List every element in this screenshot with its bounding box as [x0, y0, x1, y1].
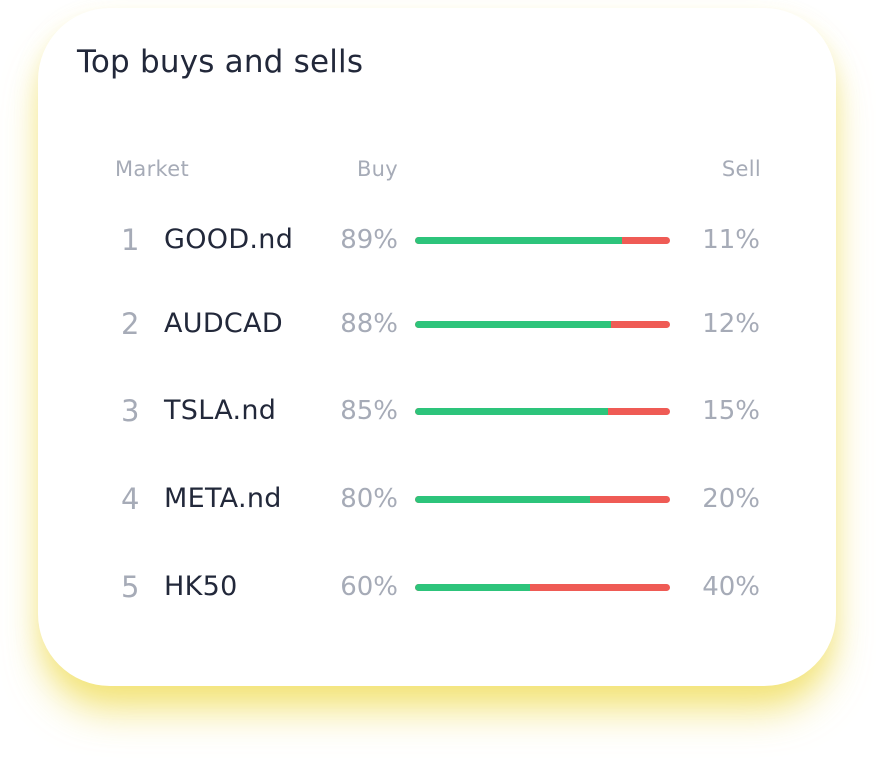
buy-percentage: 88%	[340, 309, 398, 339]
market-name[interactable]: META.nd	[164, 469, 282, 529]
sentiment-bar	[415, 321, 670, 328]
sell-percentage: 40%	[702, 572, 760, 602]
sell-percentage: 11%	[702, 225, 760, 255]
market-row[interactable]: 2 AUDCAD 88% 12%	[0, 294, 876, 354]
buy-bar-fill	[415, 496, 590, 503]
buy-bar-fill	[415, 321, 612, 328]
sentiment-bar	[415, 496, 670, 503]
column-header-buy: Buy	[356, 157, 398, 181]
row-rank: 4	[121, 482, 140, 516]
market-row[interactable]: 3 TSLA.nd 85% 15%	[0, 381, 876, 441]
buy-bar-fill	[415, 237, 622, 244]
buy-percentage: 80%	[340, 484, 398, 514]
panel-title: Top buys and sells	[77, 44, 364, 80]
row-rank: 2	[121, 307, 140, 341]
market-name[interactable]: GOOD.nd	[164, 210, 293, 270]
column-header-sell: Sell	[721, 157, 761, 181]
column-header-market: Market	[115, 157, 189, 181]
row-rank: 1	[121, 223, 140, 257]
sell-percentage: 15%	[702, 396, 760, 426]
sentiment-bar	[415, 237, 670, 244]
sentiment-bar	[415, 408, 670, 415]
market-row[interactable]: 4 META.nd 80% 20%	[0, 469, 876, 529]
row-rank: 5	[121, 570, 140, 604]
market-row[interactable]: 1 GOOD.nd 89% 11%	[0, 210, 876, 270]
buy-bar-fill	[415, 408, 608, 415]
sell-percentage: 20%	[702, 484, 760, 514]
buy-percentage: 89%	[340, 225, 398, 255]
market-name[interactable]: AUDCAD	[164, 294, 283, 354]
market-name[interactable]: TSLA.nd	[164, 381, 276, 441]
market-name[interactable]: HK50	[164, 557, 238, 617]
buy-percentage: 85%	[340, 396, 398, 426]
sell-percentage: 12%	[702, 309, 760, 339]
buy-percentage: 60%	[340, 572, 398, 602]
market-row[interactable]: 5 HK50 60% 40%	[0, 557, 876, 617]
buy-bar-fill	[415, 584, 530, 591]
row-rank: 3	[121, 394, 140, 428]
sentiment-bar	[415, 584, 670, 591]
